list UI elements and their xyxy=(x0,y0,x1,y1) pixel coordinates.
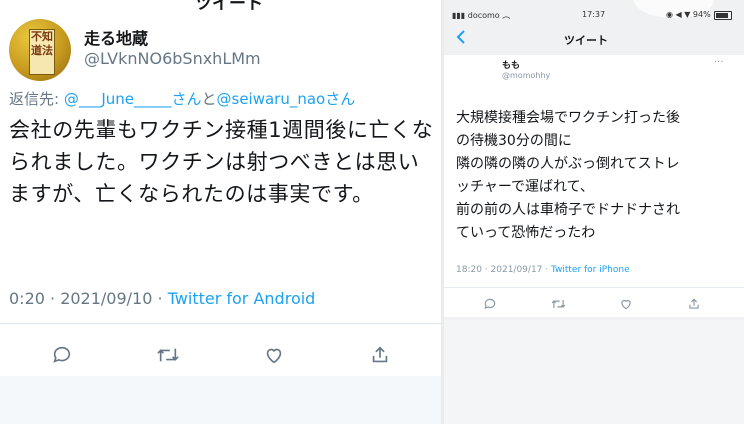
share-icon xyxy=(372,346,388,363)
retweet-button[interactable] xyxy=(547,293,569,315)
display-name[interactable]: 走る地蔵 xyxy=(84,25,148,49)
reply-button[interactable] xyxy=(42,335,82,375)
reply-mention-2[interactable]: @seiwaru_naoさん xyxy=(217,90,356,108)
retweet-button[interactable] xyxy=(148,335,188,375)
back-chevron-icon xyxy=(456,30,465,44)
tweet-meta: 18:20 · 2021/09/17 · Twitter for iPhone xyxy=(456,265,630,275)
more-button[interactable]: ··· xyxy=(714,57,724,68)
tweet-card: もも @momohhy ··· 大規模接種会場でワクチン打った後 の待機30分の… xyxy=(444,55,744,317)
tweet-line: ッチャーで運ばれて、 xyxy=(456,179,594,195)
display-name[interactable]: もも xyxy=(502,58,520,71)
left-tweet-panel: ツイート 不知道法 走る地蔵 @LVknNO6bSnxhLMm 返信先: @__… xyxy=(0,0,441,424)
carrier-label: ▮▮▮ docomo ︵ xyxy=(452,11,511,20)
status-time: 17:37 xyxy=(582,10,606,19)
reply-separator: と xyxy=(201,90,217,108)
tweet-line: 大規模接種会場でワクチン打った後 xyxy=(456,110,680,126)
retweet-icon xyxy=(551,299,565,309)
reply-icon xyxy=(484,298,496,310)
empty-area xyxy=(444,320,744,424)
tweet-meta: 0:20 · 2021/09/10 · Twitter for Android xyxy=(9,289,315,308)
right-tweet-panel: ▮▮▮ docomo ︵ 17:37 ◉ ◀ ▼ 94% ツイート もも @mo… xyxy=(444,0,744,424)
like-icon xyxy=(266,348,282,364)
tweet-actions xyxy=(0,335,441,375)
tweet-client-link[interactable]: Twitter for Android xyxy=(168,289,316,308)
reply-icon xyxy=(53,346,71,363)
tweet-actions xyxy=(444,293,744,315)
divider xyxy=(0,323,441,324)
reply-context: 返信先: @___June_____さんと@seiwaru_naoさん xyxy=(9,88,355,109)
share-button[interactable] xyxy=(360,335,400,375)
tweet-text: 会社の先輩もワクチン接種1週間後に亡くなられました。ワクチンは射つべきとは思いま… xyxy=(9,118,434,206)
page-title: ツイート xyxy=(195,0,263,14)
battery-icon xyxy=(714,11,732,20)
user-handle[interactable]: @momohhy xyxy=(502,71,550,80)
footer-area xyxy=(0,376,441,424)
like-button[interactable] xyxy=(254,335,294,375)
tweet-timestamp: 18:20 · 2021/09/17 · xyxy=(456,265,551,275)
status-icons: ◉ ◀ ▼ 94% xyxy=(666,10,711,19)
status-bar: ▮▮▮ docomo ︵ 17:37 ◉ ◀ ▼ 94% xyxy=(444,8,744,24)
reply-button[interactable] xyxy=(479,293,501,315)
tweet-line: の待機30分の間に xyxy=(456,133,572,149)
back-button[interactable] xyxy=(454,28,468,50)
tweet-timestamp: 0:20 · 2021/09/10 · xyxy=(9,289,168,308)
user-handle[interactable]: @LVknNO6bSnxhLMm xyxy=(84,49,261,68)
tweet-line: 前の前の人は車椅子でドナドナされ xyxy=(456,202,680,218)
share-button[interactable] xyxy=(683,293,705,315)
tweet-line: ていって恐怖だったわ xyxy=(456,225,596,241)
like-button[interactable] xyxy=(615,293,637,315)
tweet-line: 隣の隣の隣の人がぶっ倒れてストレ xyxy=(456,156,680,172)
reply-prefix: 返信先: xyxy=(9,90,64,108)
like-icon xyxy=(621,299,631,310)
tweet-text: 大規模接種会場でワクチン打った後 の待機30分の間に 隣の隣の隣の人がぶっ倒れて… xyxy=(456,107,740,245)
avatar-plaque: 不知道法 xyxy=(29,29,55,75)
retweet-icon xyxy=(157,348,179,362)
nav-title: ツイート xyxy=(564,34,608,47)
tweet-client-link[interactable]: Twitter for iPhone xyxy=(551,265,630,275)
reply-mention-1[interactable]: @___June_____さん xyxy=(64,90,202,108)
avatar[interactable]: 不知道法 xyxy=(9,19,71,81)
divider xyxy=(444,287,744,288)
share-icon xyxy=(689,298,699,309)
nav-bar: ツイート xyxy=(444,26,744,52)
